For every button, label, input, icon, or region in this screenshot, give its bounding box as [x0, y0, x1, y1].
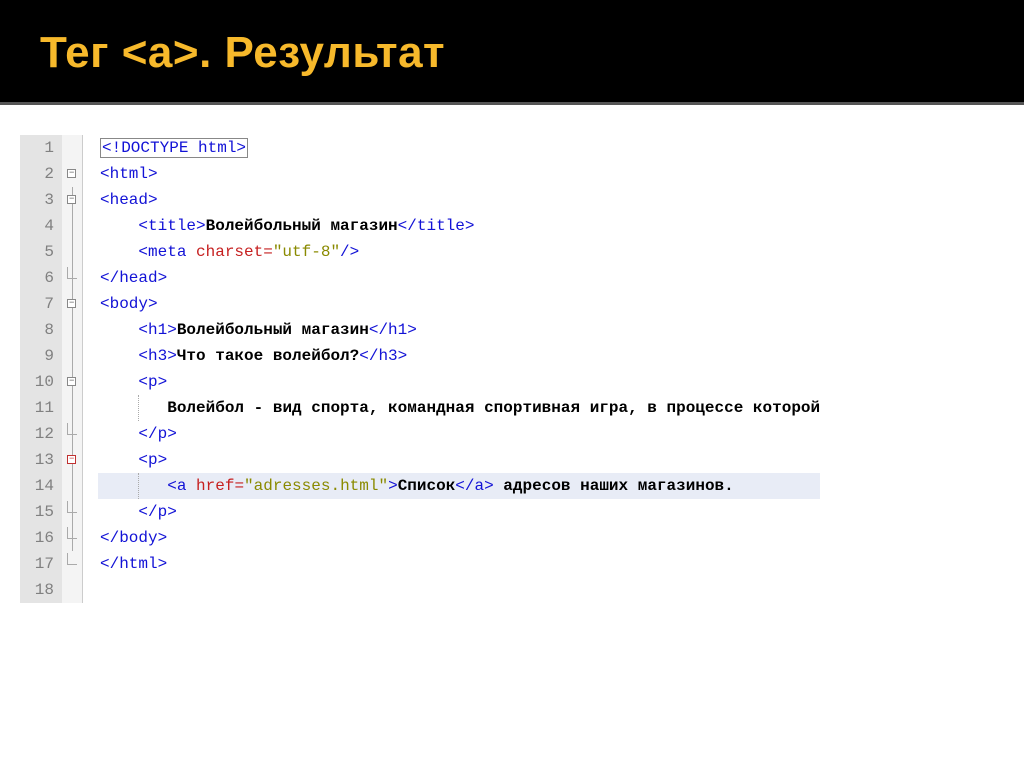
code-line: </head> [98, 265, 820, 291]
line-number: 7 [20, 291, 62, 317]
code-line: Волейбол - вид спорта, командная спортив… [98, 395, 820, 421]
fold-column [62, 135, 82, 161]
code-line: </p> [98, 499, 820, 525]
line-number: 14 [20, 473, 62, 499]
line-number: 18 [20, 577, 62, 603]
code-line: </body> [98, 525, 820, 551]
code-line-active: <a href="adresses.html">Список</a> адрес… [98, 473, 820, 499]
fold-toggle[interactable]: − [62, 161, 82, 187]
line-number: 12 [20, 421, 62, 447]
slide-header: Тег <a>. Результат [0, 0, 1024, 105]
code-line: <title>Волейбольный магазин</title> [98, 213, 820, 239]
line-number: 5 [20, 239, 62, 265]
code-line: <head> [98, 187, 820, 213]
code-line: </p> [98, 421, 820, 447]
fold-toggle[interactable]: − [62, 187, 82, 213]
line-number: 15 [20, 499, 62, 525]
code-line: <p> [98, 369, 820, 395]
line-number: 4 [20, 213, 62, 239]
line-number: 1 [20, 135, 62, 161]
line-number: 10 [20, 369, 62, 395]
fold-toggle[interactable]: − [62, 291, 82, 317]
code-editor: 1 <!DOCTYPE html> 2 − <html> 3 − <head> … [0, 105, 1024, 623]
line-number: 11 [20, 395, 62, 421]
line-number: 16 [20, 525, 62, 551]
line-number: 9 [20, 343, 62, 369]
line-number: 2 [20, 161, 62, 187]
code-line: <meta charset="utf-8"/> [98, 239, 820, 265]
fold-toggle[interactable]: − [62, 447, 82, 473]
code-line [98, 577, 820, 603]
line-number: 17 [20, 551, 62, 577]
line-number: 13 [20, 447, 62, 473]
fold-toggle[interactable]: − [62, 369, 82, 395]
code-line: <!DOCTYPE html> [98, 135, 820, 161]
margin [82, 135, 98, 161]
line-number: 3 [20, 187, 62, 213]
code-line: <html> [98, 161, 820, 187]
line-number: 8 [20, 317, 62, 343]
code-line: <h1>Волейбольный магазин</h1> [98, 317, 820, 343]
code-line: <h3>Что такое волейбол?</h3> [98, 343, 820, 369]
code-line: <body> [98, 291, 820, 317]
line-number: 6 [20, 265, 62, 291]
slide-title: Тег <a>. Результат [40, 28, 984, 78]
code-line: </html> [98, 551, 820, 577]
code-line: <p> [98, 447, 820, 473]
